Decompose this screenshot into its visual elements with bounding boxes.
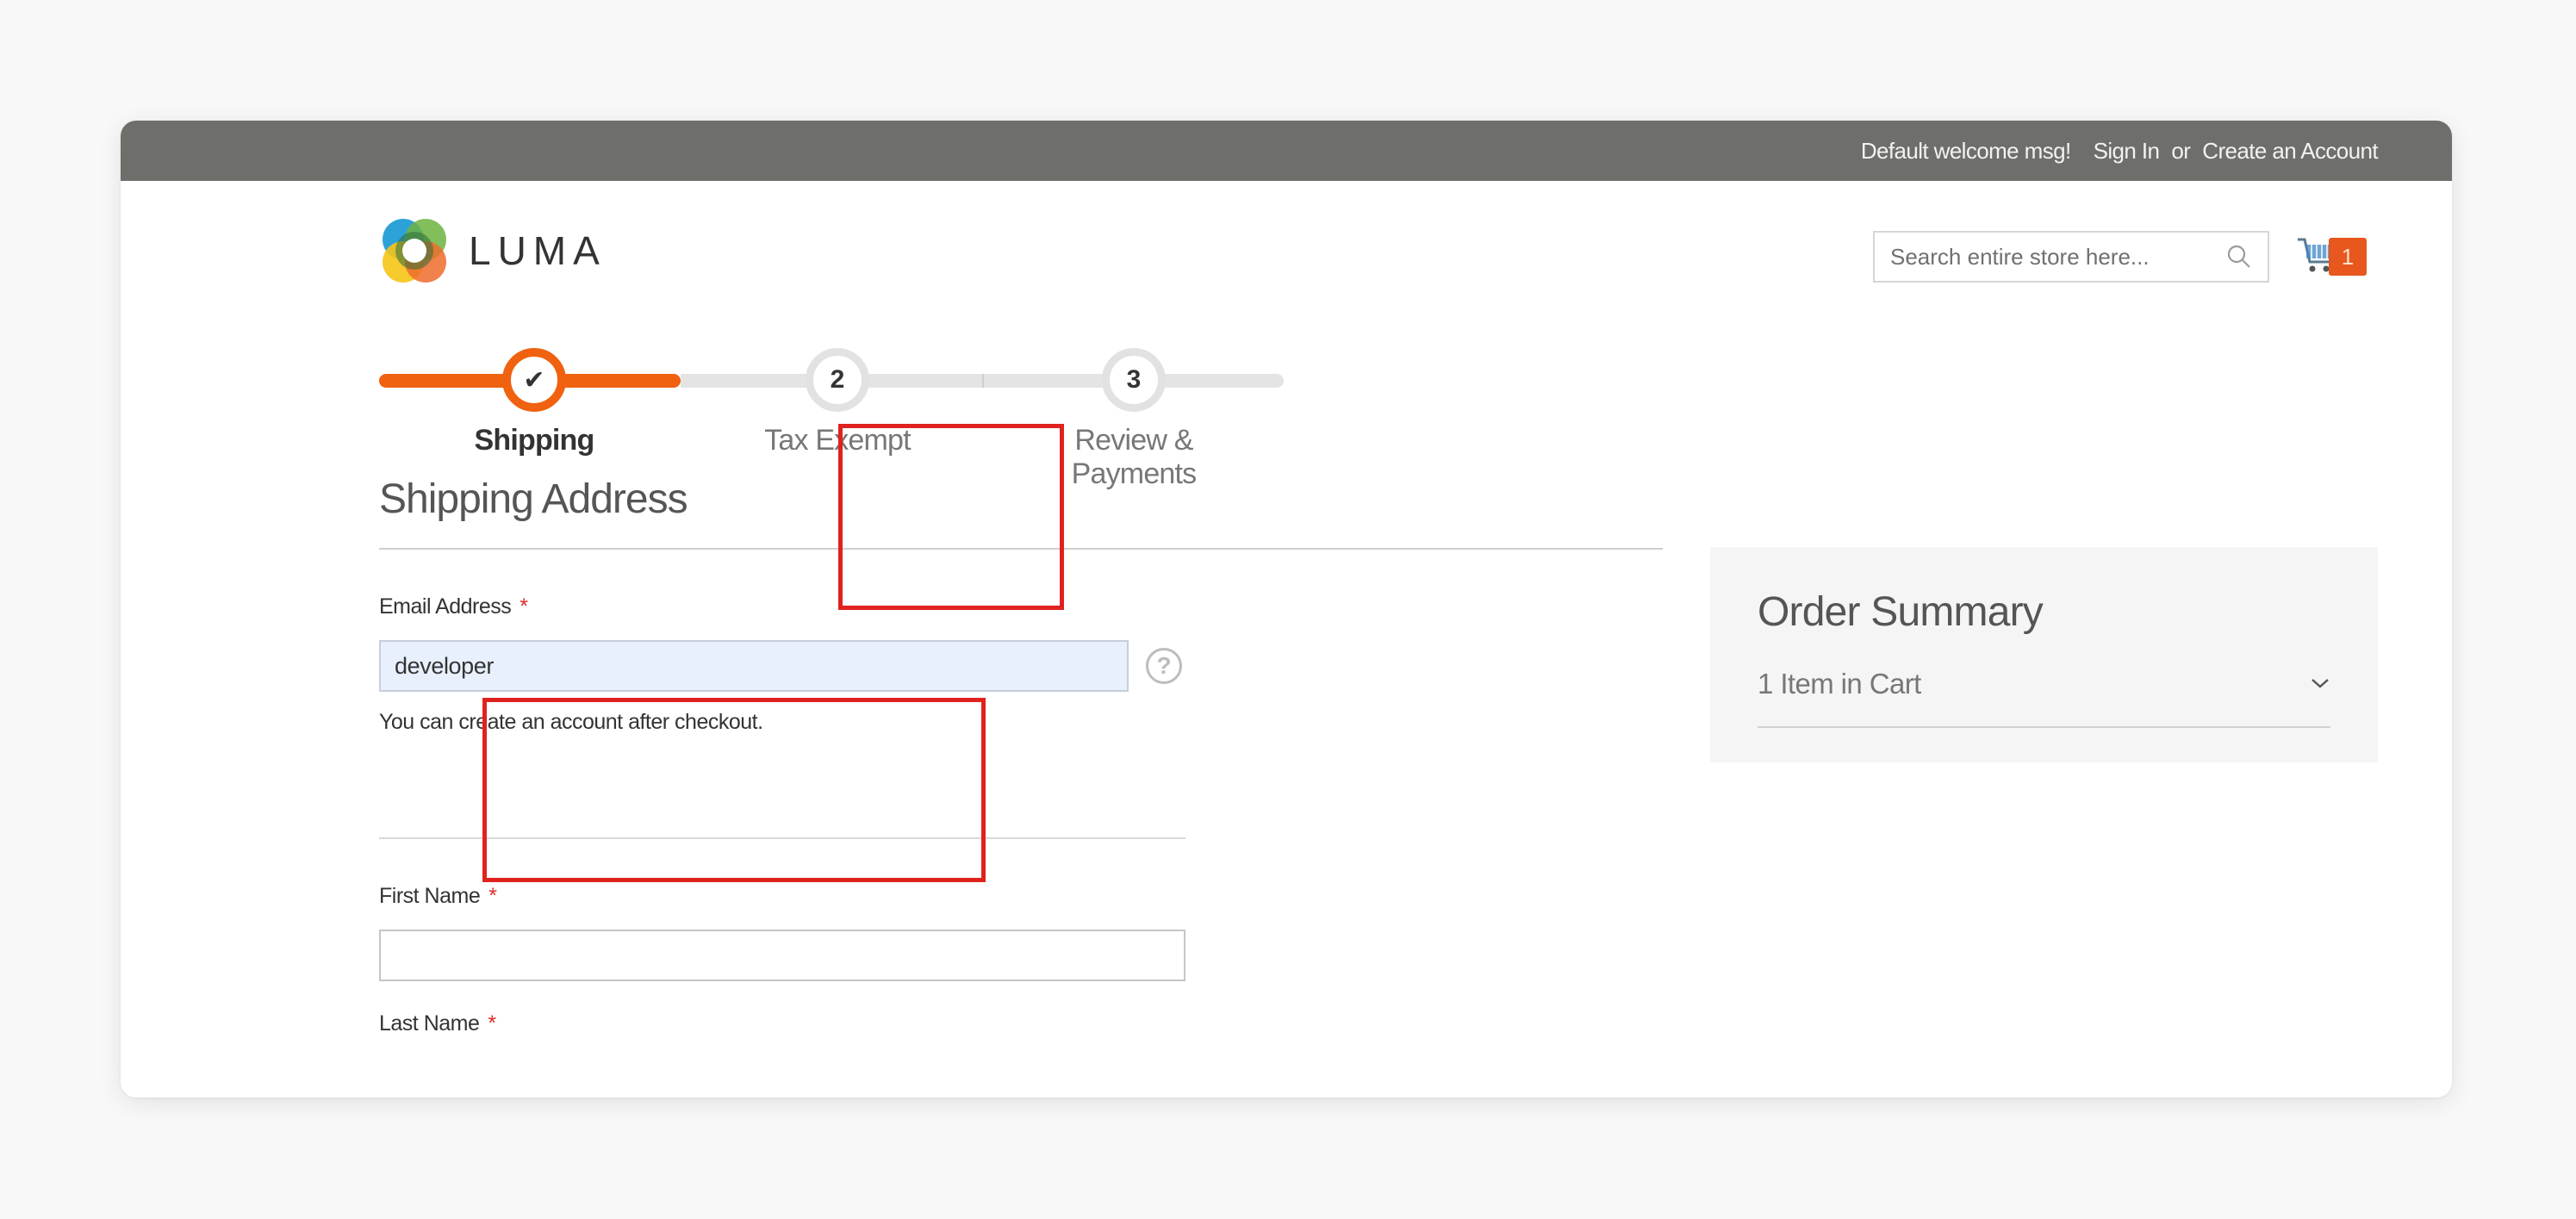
- required-marker: *: [520, 594, 528, 619]
- last-name-label: Last Name *: [379, 1011, 496, 1036]
- page-card: Default welcome msg! Sign In or Create a…: [121, 121, 2452, 1098]
- items-in-cart-toggle[interactable]: 1 Item in Cart: [1758, 668, 2330, 728]
- annotation-highlight-tax-exempt: [838, 424, 1064, 610]
- step-label: Shipping: [474, 424, 594, 457]
- cart-count-badge: 1: [2329, 238, 2367, 276]
- first-name-label-text: First Name: [379, 884, 481, 908]
- order-summary-panel: Order Summary 1 Item in Cart: [1710, 547, 2378, 762]
- header-links: Default welcome msg! Sign In or Create a…: [1860, 121, 2379, 181]
- first-name-field[interactable]: [379, 930, 1185, 981]
- sign-in-link[interactable]: Sign In: [2094, 138, 2160, 165]
- top-header-bar: Default welcome msg! Sign In or Create a…: [121, 121, 2452, 181]
- or-text: or: [2171, 137, 2191, 164]
- chevron-down-icon[interactable]: [2310, 673, 2330, 693]
- mini-cart[interactable]: 1: [2296, 234, 2382, 277]
- search-input[interactable]: [1890, 243, 2226, 271]
- step-number: 3: [1102, 348, 1166, 412]
- items-in-cart-label: 1 Item in Cart: [1758, 668, 1921, 700]
- order-summary-title: Order Summary: [1758, 589, 2044, 635]
- luma-logo[interactable]: LUMA: [379, 215, 607, 286]
- step-shipping[interactable]: ✔ Shipping: [422, 326, 646, 457]
- email-label: Email Address *: [379, 594, 528, 619]
- required-marker: *: [488, 1011, 496, 1036]
- required-marker: *: [488, 884, 497, 908]
- help-icon[interactable]: ?: [1146, 648, 1182, 684]
- step-number: 2: [806, 348, 869, 412]
- create-account-link[interactable]: Create an Account: [2202, 138, 2378, 165]
- search-box[interactable]: [1873, 231, 2269, 283]
- search-icon[interactable]: [2226, 244, 2252, 270]
- luma-logo-icon: [383, 219, 446, 283]
- check-icon: ✔: [502, 348, 566, 412]
- last-name-label-text: Last Name: [379, 1011, 480, 1036]
- shipping-address-title: Shipping Address: [379, 476, 688, 522]
- email-field[interactable]: [379, 640, 1129, 692]
- annotation-highlight-email: [482, 698, 986, 882]
- welcome-message: Default welcome msg!: [1860, 137, 2071, 164]
- logo-text: LUMA: [469, 228, 607, 273]
- first-name-label: First Name *: [379, 884, 497, 909]
- email-label-text: Email Address: [379, 594, 512, 619]
